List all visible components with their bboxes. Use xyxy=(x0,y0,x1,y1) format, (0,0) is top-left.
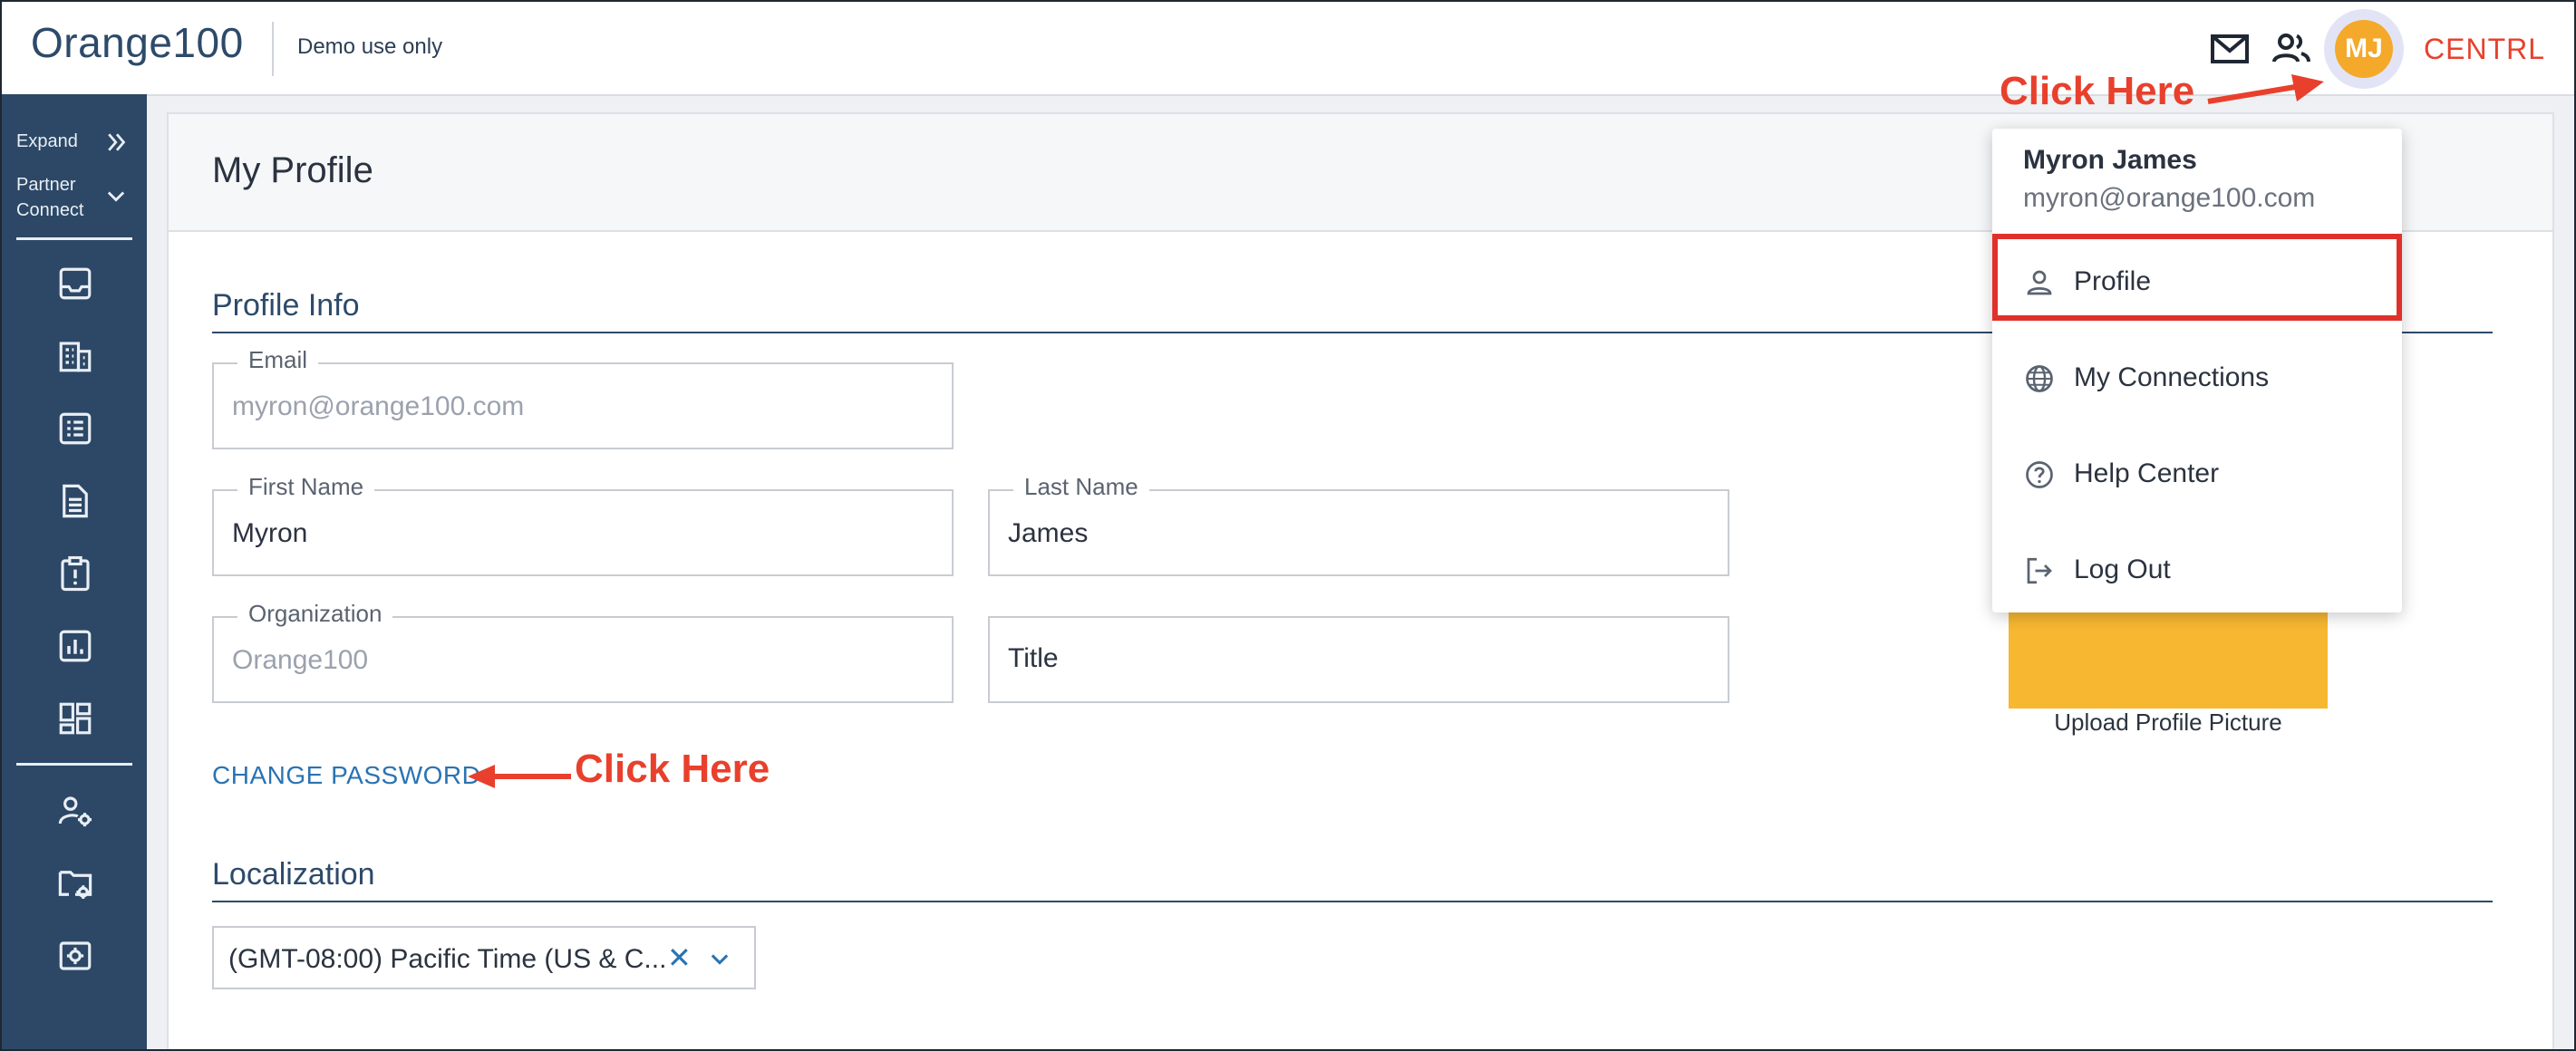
profile-picture[interactable] xyxy=(2009,600,2328,709)
menu-item-label: Help Center xyxy=(2074,458,2220,488)
page-title: My Profile xyxy=(212,150,373,190)
folder-settings-icon[interactable] xyxy=(56,864,94,902)
document-icon[interactable] xyxy=(56,482,94,520)
user-avatar-button[interactable]: MJ xyxy=(2335,20,2393,78)
brand-logo[interactable]: Orange100 xyxy=(31,18,244,67)
dashboard-icon[interactable] xyxy=(56,699,94,738)
user-settings-icon[interactable] xyxy=(56,792,94,830)
brand-divider xyxy=(272,22,274,76)
email-value: myron@orange100.com xyxy=(232,391,525,421)
product-logo: CENTRL xyxy=(2424,33,2546,65)
sidebar-partner-label-2[interactable]: Connect xyxy=(16,198,84,223)
contacts-icon[interactable] xyxy=(2270,27,2313,71)
expand-chevrons-icon[interactable] xyxy=(103,129,131,156)
last-name-label: Last Name xyxy=(1013,473,1149,501)
last-name-field[interactable]: Last Name James xyxy=(988,473,1729,576)
annotation-click-here-avatar: Click Here xyxy=(2000,69,2195,113)
report-chart-icon[interactable] xyxy=(56,627,94,665)
admin-settings-icon[interactable] xyxy=(56,937,94,975)
globe-icon xyxy=(2026,365,2053,392)
sidebar-divider xyxy=(16,763,132,766)
chevron-down-icon[interactable] xyxy=(707,946,732,971)
upload-profile-picture-label[interactable]: Upload Profile Picture xyxy=(2009,709,2328,737)
organization-label: Organization xyxy=(237,600,393,628)
menu-user-email: myron@orange100.com xyxy=(2023,183,2316,213)
building-icon[interactable] xyxy=(56,337,94,375)
organization-value: Orange100 xyxy=(232,645,369,675)
logout-icon xyxy=(2027,557,2052,584)
checklist-icon[interactable] xyxy=(56,410,94,448)
email-label: Email xyxy=(237,346,319,374)
chevron-down-icon[interactable] xyxy=(103,183,129,208)
timezone-select[interactable]: (GMT-08:00) Pacific Time (US & C... ✕ xyxy=(212,926,756,989)
menu-user-name: Myron James xyxy=(2023,145,2197,175)
menu-item-label: Log Out xyxy=(2074,554,2171,584)
sidebar-divider xyxy=(16,237,132,240)
app-window: Orange100 Demo use only MJ CENTRL Expand… xyxy=(0,0,2576,1051)
sidebar: Expand Partner Connect xyxy=(2,94,147,1049)
localization-heading: Localization xyxy=(212,857,375,892)
mail-icon[interactable] xyxy=(2208,27,2252,71)
alert-clipboard-icon[interactable] xyxy=(56,554,94,593)
user-dropdown-menu: Myron James myron@orange100.com Profile … xyxy=(1992,129,2402,612)
last-name-value: James xyxy=(1008,518,1089,548)
title-placeholder: Title xyxy=(1008,643,1059,673)
clear-icon[interactable]: ✕ xyxy=(667,940,692,975)
first-name-label: First Name xyxy=(237,473,375,501)
annotation-arrow-left xyxy=(468,765,571,788)
annotation-click-here-password: Click Here xyxy=(575,747,770,791)
help-icon xyxy=(2026,461,2053,488)
menu-item-help-center[interactable]: Help Center xyxy=(1992,433,2402,516)
title-field[interactable]: Title xyxy=(988,616,1729,703)
menu-item-my-connections[interactable]: My Connections xyxy=(1992,337,2402,420)
sidebar-partner-label-1[interactable]: Partner xyxy=(16,172,76,198)
annotation-arrow-right xyxy=(2207,74,2324,104)
demo-label: Demo use only xyxy=(297,34,443,59)
menu-item-label: My Connections xyxy=(2074,362,2270,392)
sidebar-expand-label[interactable]: Expand xyxy=(16,129,78,154)
email-field[interactable]: Email myron@orange100.com xyxy=(212,346,954,449)
timezone-value: (GMT-08:00) Pacific Time (US & C... xyxy=(228,944,667,974)
profile-info-heading: Profile Info xyxy=(212,288,360,323)
localization-rule xyxy=(212,901,2493,902)
organization-field[interactable]: Organization Orange100 xyxy=(212,600,954,703)
first-name-field[interactable]: First Name Myron xyxy=(212,473,954,576)
menu-item-log-out[interactable]: Log Out xyxy=(1992,529,2402,612)
inbox-icon[interactable] xyxy=(56,265,94,303)
change-password-link[interactable]: CHANGE PASSWORD xyxy=(212,761,480,790)
first-name-value: Myron xyxy=(232,518,308,548)
profile-highlight-box xyxy=(1992,234,2402,321)
